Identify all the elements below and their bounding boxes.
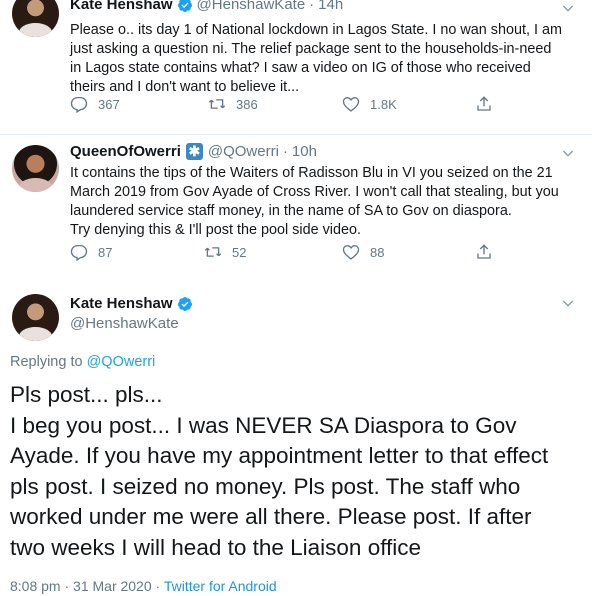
retweet-button[interactable]: 52 [204, 243, 246, 261]
tweet-kate-context[interactable]: Kate Henshaw @HenshawKate · 14h Please o… [0, 0, 592, 135]
tweet-source[interactable]: Twitter for Android [164, 578, 277, 594]
retweet-count: 52 [232, 244, 247, 260]
tweet-time[interactable]: 10h [292, 143, 317, 160]
share-button[interactable] [475, 243, 503, 261]
like-icon [342, 245, 360, 260]
like-button[interactable]: 88 [342, 243, 384, 261]
author-handle[interactable]: @HenshawKate [70, 315, 179, 332]
reply-icon [70, 244, 88, 261]
chevron-down-icon[interactable] [560, 0, 576, 16]
tweet-text: Please o.. its day 1 of National lockdow… [70, 22, 562, 95]
verified-badge-icon [177, 296, 192, 311]
like-icon [342, 97, 360, 112]
reply-count: 87 [98, 244, 113, 260]
author-handle[interactable]: @QOwerri [208, 143, 279, 160]
tweet-queenofowerri[interactable]: QueenOfOwerri ✱ @QOwerri · 10h It contai… [0, 135, 592, 283]
reply-button[interactable]: 87 [70, 243, 112, 261]
share-button[interactable] [475, 95, 503, 113]
chevron-down-icon[interactable] [560, 145, 576, 161]
retweet-icon [208, 99, 226, 109]
like-count: 88 [370, 244, 385, 260]
tweet-text: It contains the tips of the Waiters of R… [70, 165, 559, 238]
tweet-timestamp[interactable]: 8:08 pm · 31 Mar 2020 · [10, 578, 164, 594]
tweet-metadata: 8:08 pm · 31 Mar 2020 · Twitter for Andr… [10, 578, 277, 594]
author-name[interactable]: QueenOfOwerri [70, 143, 181, 160]
author-name[interactable]: Kate Henshaw [70, 0, 173, 13]
share-icon [477, 244, 491, 259]
like-count: 1.8K [370, 96, 397, 112]
share-icon [477, 96, 491, 111]
replying-to: Replying to @QOwerri [10, 354, 156, 370]
retweet-button[interactable]: 386 [208, 95, 258, 113]
avatar[interactable] [12, 145, 59, 192]
chevron-down-icon[interactable] [560, 295, 576, 311]
reply-button[interactable]: 367 [70, 95, 120, 113]
reply-count: 367 [98, 96, 120, 112]
verified-badge-icon [177, 0, 192, 12]
reply-icon [70, 96, 88, 113]
main-tweet-text: Pls post... pls... I beg you post... I w… [10, 382, 549, 560]
flag-emoji-icon: ✱ [185, 143, 203, 160]
retweet-count: 386 [236, 96, 258, 112]
replying-to-handle-link[interactable]: @QOwerri [87, 354, 156, 370]
avatar[interactable] [12, 294, 59, 341]
author-handle[interactable]: @HenshawKate [197, 0, 306, 13]
avatar[interactable] [12, 0, 59, 37]
like-button[interactable]: 1.8K [342, 95, 397, 113]
tweet-time[interactable]: 14h [318, 0, 343, 13]
author-name[interactable]: Kate Henshaw [70, 295, 173, 312]
retweet-icon [204, 247, 222, 257]
